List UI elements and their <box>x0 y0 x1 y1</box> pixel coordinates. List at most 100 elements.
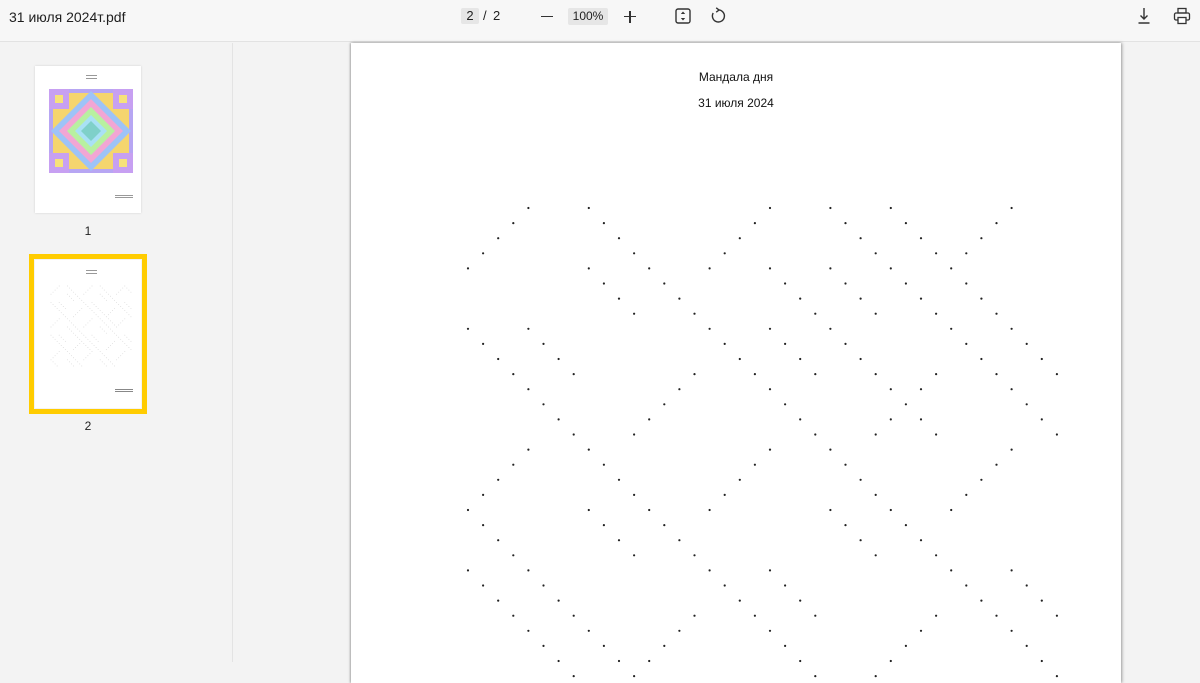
pattern-dot <box>107 293 109 295</box>
pattern-dot <box>1010 629 1013 632</box>
pattern-dot <box>99 293 101 295</box>
pattern-dot <box>99 359 101 361</box>
pattern-dot <box>738 357 741 361</box>
pattern-dot <box>874 312 877 315</box>
pattern-dot <box>64 316 66 318</box>
pattern-dot <box>83 359 85 361</box>
pattern-dot <box>66 293 68 295</box>
pattern-dot <box>85 304 87 305</box>
pattern-dot <box>105 349 107 350</box>
pattern-dot <box>678 629 681 632</box>
pattern-dot <box>107 318 109 320</box>
pattern-dot <box>54 363 56 365</box>
pattern-dot <box>1010 388 1013 391</box>
zoom-in-icon[interactable] <box>622 6 638 26</box>
pattern-dot <box>66 326 68 328</box>
pattern-dot <box>723 493 726 496</box>
pattern-dot <box>130 291 132 293</box>
pattern-dot <box>116 326 118 328</box>
pattern-dot <box>101 295 103 297</box>
pattern-dot <box>79 297 81 299</box>
thumbnail-footer-line <box>115 197 133 198</box>
pattern-dot <box>919 539 923 542</box>
pattern-dot <box>77 328 79 330</box>
pattern-dot <box>58 342 60 344</box>
pattern-dot <box>814 312 817 315</box>
pattern-dot <box>120 322 122 324</box>
pattern-dot <box>723 342 726 345</box>
pattern-dot <box>52 304 54 305</box>
pattern-dot <box>799 599 802 602</box>
pattern-dot <box>62 314 64 316</box>
pattern-dot <box>753 463 756 466</box>
pattern-dot <box>87 289 89 291</box>
file-name: 31 июля 2024т.pdf <box>9 9 126 25</box>
pattern-dot <box>965 282 968 285</box>
pattern-dot <box>633 675 636 678</box>
pattern-dot <box>116 301 118 303</box>
pattern-dot <box>50 293 52 295</box>
pattern-dot <box>995 373 998 376</box>
pattern-dot <box>130 316 132 318</box>
pattern-dot <box>587 448 590 451</box>
pattern-dot <box>844 282 847 285</box>
print-icon[interactable] <box>1172 6 1192 26</box>
pattern-dot <box>124 318 126 320</box>
zoom-level[interactable]: 100% <box>568 8 608 25</box>
pattern-dot <box>126 345 128 346</box>
pattern-dot <box>110 312 111 314</box>
pattern-dot <box>50 326 52 328</box>
pattern-dot <box>60 345 62 346</box>
pattern-dot <box>64 349 66 350</box>
pattern-dot <box>1040 357 1043 361</box>
fit-page-icon[interactable] <box>673 6 693 26</box>
pattern-dot <box>1010 448 1013 451</box>
pattern-dot <box>693 373 696 376</box>
pattern-dot <box>557 599 560 602</box>
pattern-dot <box>723 584 726 587</box>
rotate-icon[interactable] <box>708 6 728 26</box>
pattern-dot <box>120 355 122 357</box>
current-page-input[interactable]: 2 <box>461 8 479 24</box>
pattern-dot <box>93 336 95 338</box>
pattern-dot <box>89 320 91 322</box>
pattern-dot <box>128 306 130 307</box>
pattern-dot <box>58 285 60 287</box>
pattern-dot <box>62 338 64 340</box>
pattern-dot <box>1040 418 1043 421</box>
pattern-dot <box>829 267 832 270</box>
pattern-dot <box>738 478 741 481</box>
download-icon[interactable] <box>1134 6 1154 26</box>
pattern-dot <box>107 347 109 348</box>
pattern-dot <box>678 297 681 300</box>
pattern-dot <box>693 614 696 617</box>
pattern-dot <box>50 359 52 361</box>
pattern-dot <box>904 644 908 648</box>
thumbnail-footer-line <box>115 195 133 196</box>
pattern-dot <box>799 418 802 421</box>
pattern-dot <box>126 304 128 305</box>
page-thumbnail-1[interactable] <box>35 66 141 213</box>
pattern-dot <box>965 342 968 345</box>
page-thumbnail-2-selected[interactable] <box>29 254 147 414</box>
pattern-dot <box>89 287 91 289</box>
pattern-dot <box>73 316 74 318</box>
pattern-dot <box>935 312 938 315</box>
pattern-dot <box>602 644 605 648</box>
pattern-dot <box>101 312 103 314</box>
pattern-dot <box>633 554 636 557</box>
pattern-dot <box>58 351 60 353</box>
pattern-dot <box>542 584 545 587</box>
pattern-dot <box>52 336 54 338</box>
pattern-dot <box>889 418 892 421</box>
zoom-out-icon[interactable] <box>539 6 555 26</box>
pattern-dot <box>58 310 60 312</box>
pattern-dot <box>87 338 89 340</box>
pattern-dot <box>497 237 500 240</box>
pattern-dot <box>95 347 97 348</box>
pattern-dot <box>75 359 77 361</box>
pattern-dot <box>768 206 772 210</box>
pattern-dot <box>58 301 60 303</box>
pattern-dot <box>112 310 113 312</box>
pattern-dot <box>124 334 126 336</box>
